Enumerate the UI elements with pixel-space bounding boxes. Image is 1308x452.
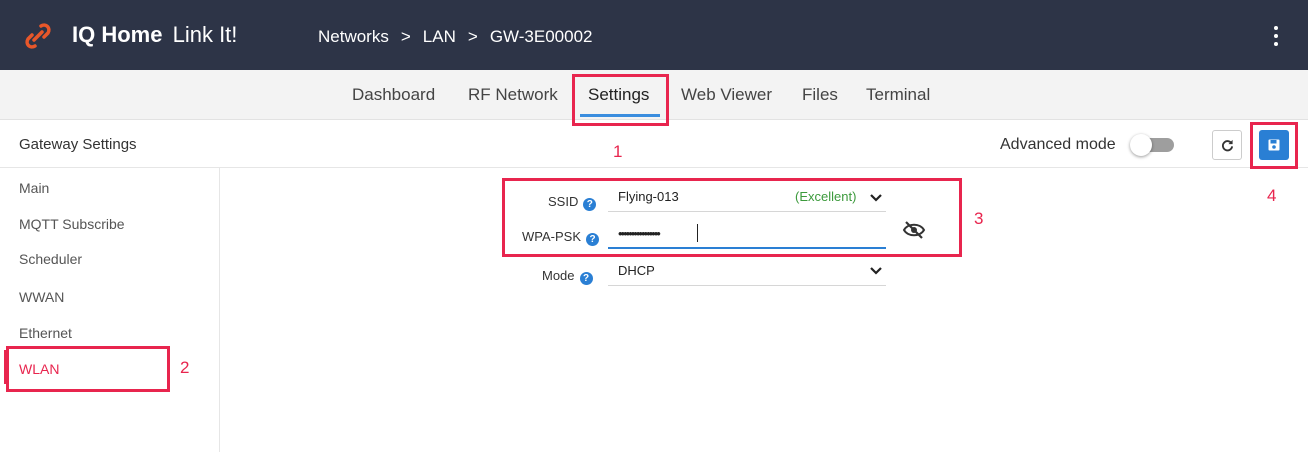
- tab-web-viewer[interactable]: Web Viewer: [681, 85, 772, 105]
- sidebar-item-wwan[interactable]: WWAN: [19, 289, 64, 305]
- refresh-button[interactable]: [1212, 130, 1242, 160]
- settings-sidebar: [0, 168, 220, 452]
- breadcrumb-networks[interactable]: Networks: [318, 27, 389, 47]
- advanced-mode-label: Advanced mode: [1000, 136, 1116, 153]
- mode-select-value[interactable]: DHCP: [618, 263, 655, 278]
- tab-files[interactable]: Files: [802, 85, 838, 105]
- highlight-box-wifi-fields: [502, 178, 962, 257]
- chevron-down-icon[interactable]: [869, 266, 883, 276]
- top-header-bar: IQ Home Link It! Networks > LAN > GW-3E0…: [0, 0, 1308, 70]
- annotation-number-2: 2: [180, 358, 190, 377]
- highlight-box-wlan: [6, 346, 170, 392]
- highlight-box-settings-tab: [572, 74, 669, 126]
- breadcrumb-gateway[interactable]: GW-3E00002: [490, 27, 593, 47]
- highlight-box-save-button: [1250, 122, 1298, 169]
- tab-terminal[interactable]: Terminal: [866, 85, 930, 105]
- refresh-icon: [1221, 139, 1233, 151]
- brand-tagline: Link It!: [172, 22, 238, 47]
- breadcrumb-lan[interactable]: LAN: [423, 27, 456, 47]
- annotation-number-4: 4: [1267, 186, 1277, 205]
- brand-name: IQ Home: [72, 22, 163, 47]
- sidebar-item-main[interactable]: Main: [19, 180, 49, 196]
- sidebar-item-ethernet[interactable]: Ethernet: [19, 325, 72, 341]
- sidebar-item-scheduler[interactable]: Scheduler: [19, 251, 82, 267]
- breadcrumb: Networks > LAN > GW-3E00002: [318, 27, 593, 47]
- help-icon[interactable]: ?: [579, 272, 593, 285]
- app-brand[interactable]: IQ Home Link It!: [72, 22, 237, 48]
- chain-link-logo-icon: [25, 23, 51, 49]
- mode-underline: [608, 285, 886, 286]
- more-options-icon[interactable]: [1272, 26, 1280, 46]
- tab-rf-network[interactable]: RF Network: [468, 85, 558, 105]
- annotation-number-1: 1: [613, 142, 623, 161]
- tab-dashboard[interactable]: Dashboard: [352, 85, 435, 105]
- advanced-mode-toggle[interactable]: [1130, 134, 1174, 156]
- breadcrumb-separator: >: [400, 27, 411, 46]
- breadcrumb-separator: >: [467, 27, 478, 46]
- mode-label: Mode?: [542, 268, 593, 285]
- sidebar-item-mqtt-subscribe[interactable]: MQTT Subscribe: [19, 216, 125, 232]
- settings-header: Gateway Settings Advanced mode: [0, 120, 1308, 168]
- annotation-number-3: 3: [974, 209, 984, 228]
- page-title: Gateway Settings: [19, 136, 137, 153]
